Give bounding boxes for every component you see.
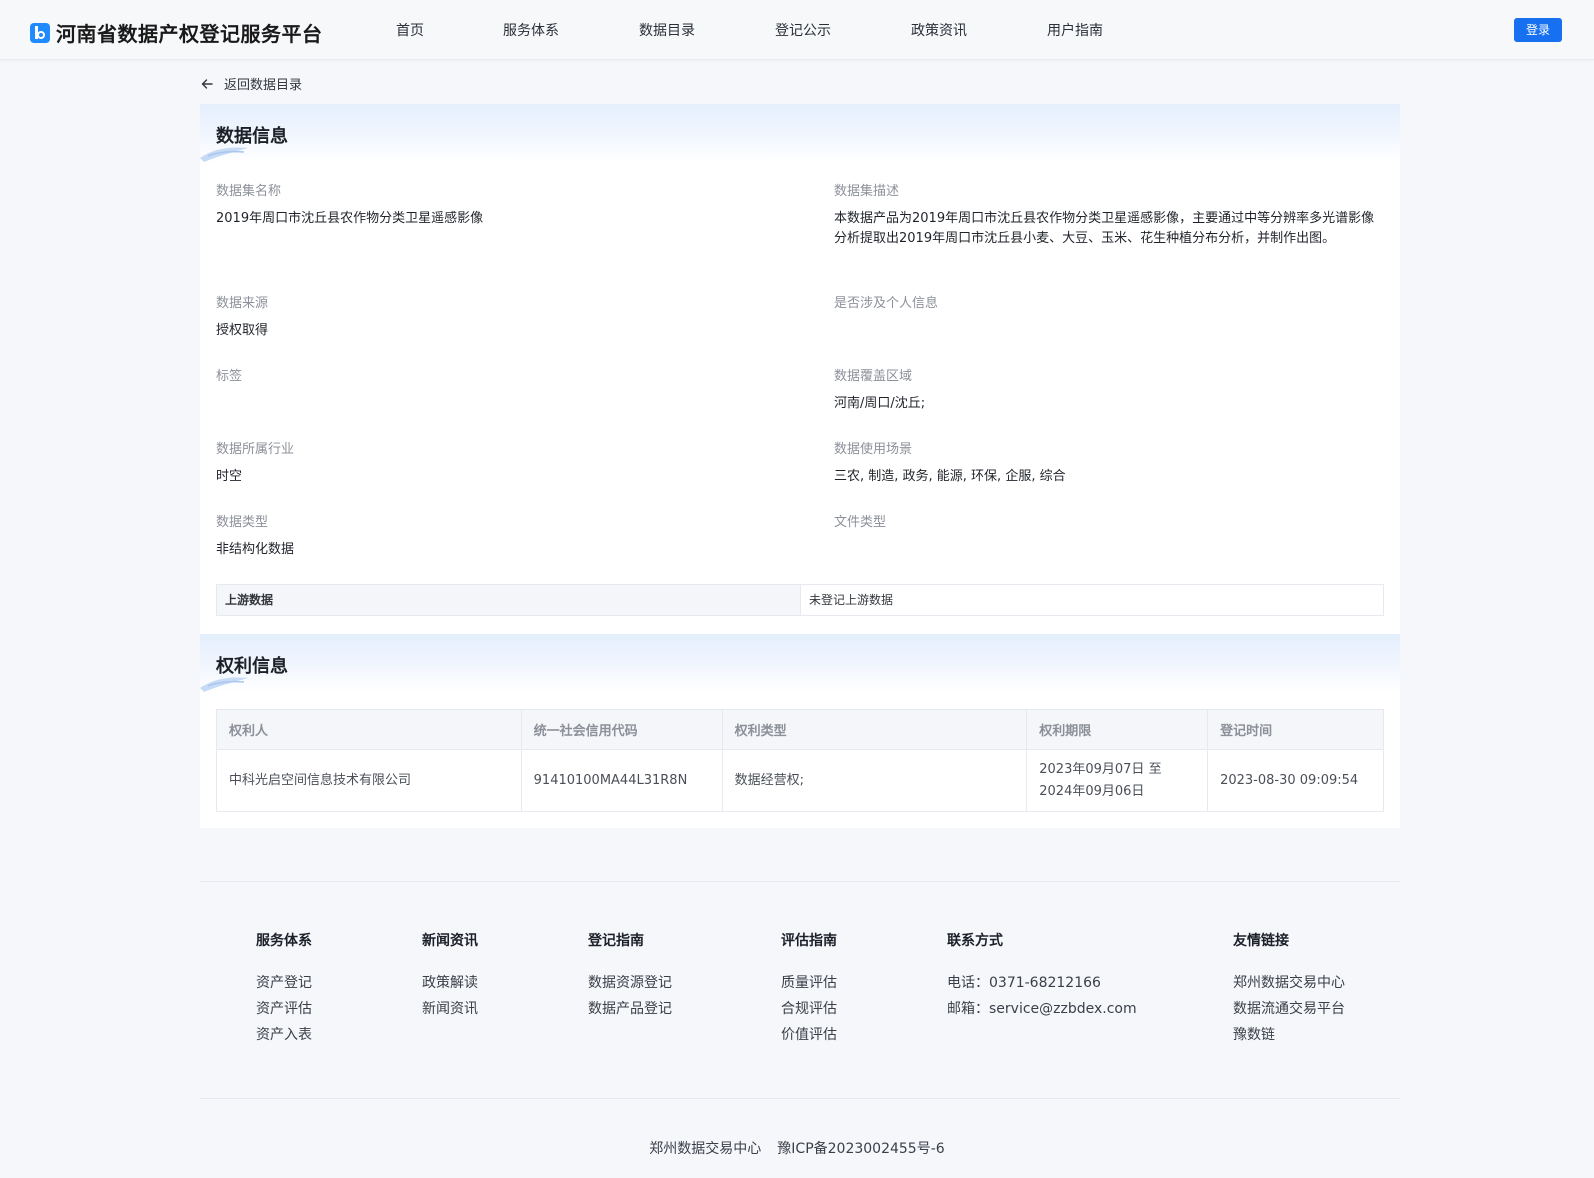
footer-link-quality-evaluation[interactable]: 质量评估 — [781, 970, 837, 996]
table-row: 中科光启空间信息技术有限公司 91410100MA44L31R8N 数据经营权;… — [216, 749, 1384, 812]
field-description: 数据集描述 本数据产品为2019年周口市沈丘县农作物分类卫星遥感影像，主要通过中… — [834, 180, 1384, 249]
table-header-row: 权利人 统一社会信用代码 权利类型 权利期限 登记时间 — [216, 709, 1384, 750]
col-registered-at: 登记时间 — [1207, 709, 1384, 750]
footer-link-value-evaluation[interactable]: 价值评估 — [781, 1022, 837, 1048]
col-credit-code: 统一社会信用代码 — [520, 709, 723, 750]
field-label: 标签 — [216, 369, 243, 384]
upstream-data-row: 上游数据 未登记上游数据 — [216, 584, 1384, 616]
cell-registered-at: 2023-08-30 09:09:54 — [1207, 749, 1384, 812]
field-label: 数据使用场景 — [834, 442, 913, 457]
upstream-data-value: 未登记上游数据 — [809, 593, 894, 607]
field-label: 数据集描述 — [834, 184, 900, 199]
footer-link-news[interactable]: 新闻资讯 — [422, 996, 478, 1022]
rights-table: 权利人 统一社会信用代码 权利类型 权利期限 登记时间 中科光启空间信息技术有限… — [216, 709, 1384, 812]
footer-link-asset-registration[interactable]: 资产登记 — [256, 970, 312, 996]
footer-col-title: 评估指南 — [781, 933, 837, 949]
cell-credit-code: 91410100MA44L31R8N — [520, 749, 723, 812]
field-value: 河南/周口/沈丘; — [834, 396, 926, 411]
footer-col-title: 友情链接 — [1233, 933, 1289, 949]
footer-link-zzbdex[interactable]: 郑州数据交易中心 — [1233, 970, 1345, 996]
arrow-left-icon — [201, 78, 213, 89]
logo-icon — [30, 22, 50, 43]
footer-link-policy-reading[interactable]: 政策解读 — [422, 970, 478, 996]
field-value: 三农, 制造, 政务, 能源, 环保, 企服, 综合 — [834, 469, 1066, 484]
footer-col-title: 联系方式 — [947, 933, 1003, 949]
field-value: 本数据产品为2019年周口市沈丘县农作物分类卫星遥感影像，主要通过中等分辨率多光… — [834, 211, 1375, 246]
field-scenarios: 数据使用场景 三农, 制造, 政务, 能源, 环保, 企服, 综合 — [834, 438, 1394, 487]
field-industry: 数据所属行业 时空 — [216, 438, 776, 487]
field-label: 数据类型 — [216, 515, 269, 530]
footer-divider-top — [200, 881, 1400, 882]
footer-org: 郑州数据交易中心 — [649, 1141, 762, 1157]
footer-col-evaluation-guide: 评估指南 质量评估 合规评估 价值评估 — [781, 930, 837, 1048]
cell-right-type: 数据经营权; — [721, 749, 1028, 812]
field-tags: 标签 — [216, 365, 776, 394]
col-holder: 权利人 — [216, 709, 522, 750]
footer-col-title: 新闻资讯 — [422, 933, 478, 949]
term-start: 2023年09月07日 至 — [1039, 761, 1162, 777]
field-label: 数据覆盖区域 — [834, 369, 913, 384]
rights-info-title: 权利信息 — [216, 656, 288, 677]
field-source: 数据来源 授权取得 — [216, 292, 776, 341]
col-right-type: 权利类型 — [721, 709, 1028, 750]
footer-col-registration-guide: 登记指南 数据资源登记 数据产品登记 — [588, 930, 672, 1022]
footer-col-friendly-links: 友情链接 郑州数据交易中心 数据流通交易平台 豫数链 — [1233, 930, 1345, 1048]
back-to-catalog-link[interactable]: 返回数据目录 — [200, 74, 302, 93]
footer-contact-phone: 电话：0371-68212166 — [947, 975, 1101, 991]
nav-services[interactable]: 服务体系 — [503, 20, 559, 40]
field-label: 数据所属行业 — [216, 442, 295, 457]
footer-col-news: 新闻资讯 政策解读 新闻资讯 — [422, 930, 478, 1022]
field-value: 授权取得 — [216, 323, 269, 338]
footer-link-asset-evaluation[interactable]: 资产评估 — [256, 996, 312, 1022]
site-title: 河南省数据产权登记服务平台 — [56, 22, 323, 46]
footer-link-yushulian[interactable]: 豫数链 — [1233, 1022, 1345, 1048]
field-label: 数据集名称 — [216, 184, 282, 199]
footer-icp-link[interactable]: 豫ICP备2023002455号-6 — [777, 1141, 944, 1157]
footer-contact-email[interactable]: 邮箱：service@zzbdex.com — [947, 996, 1137, 1022]
nav-policy-news[interactable]: 政策资讯 — [911, 20, 967, 40]
footer-copyright: 郑州数据交易中心 豫ICP备2023002455号-6 — [0, 1138, 1594, 1158]
cell-term: 2023年09月07日 至 2024年09月06日 — [1026, 749, 1209, 812]
data-info-title: 数据信息 — [216, 126, 288, 147]
login-button[interactable]: 登录 — [1514, 18, 1562, 42]
footer-col-services: 服务体系 资产登记 资产评估 资产入表 — [256, 930, 312, 1048]
footer-divider-bottom — [200, 1098, 1400, 1099]
footer-link-compliance-evaluation[interactable]: 合规评估 — [781, 996, 837, 1022]
term-end: 2024年09月06日 — [1039, 783, 1145, 799]
top-header: 河南省数据产权登记服务平台 首页 服务体系 数据目录 登记公示 政策资讯 用户指… — [0, 0, 1594, 60]
footer-link-trading-platform[interactable]: 数据流通交易平台 — [1233, 996, 1345, 1022]
field-label: 数据来源 — [216, 296, 269, 311]
nav-registration-notice[interactable]: 登记公示 — [775, 20, 831, 40]
field-label: 是否涉及个人信息 — [834, 296, 939, 311]
footer-link-resource-registration[interactable]: 数据资源登记 — [588, 970, 672, 996]
cell-holder: 中科光启空间信息技术有限公司 — [216, 749, 522, 812]
col-term: 权利期限 — [1026, 709, 1209, 750]
site-logo[interactable]: 河南省数据产权登记服务平台 — [30, 18, 323, 47]
footer-col-contact: 联系方式 电话：0371-68212166 邮箱：service@zzbdex.… — [947, 930, 1137, 1022]
back-link-label: 返回数据目录 — [224, 78, 303, 93]
footer-col-title: 登记指南 — [588, 933, 644, 949]
field-coverage: 数据覆盖区域 河南/周口/沈丘; — [834, 365, 1394, 414]
field-label: 文件类型 — [834, 515, 887, 530]
field-value: 2019年周口市沈丘县农作物分类卫星遥感影像 — [216, 211, 484, 226]
nav-data-catalog[interactable]: 数据目录 — [639, 20, 695, 40]
data-info-header: 数据信息 — [200, 104, 1400, 162]
footer-link-asset-booking[interactable]: 资产入表 — [256, 1022, 312, 1048]
detail-card: 数据信息 数据集名称 2019年周口市沈丘县农作物分类卫星遥感影像 数据集描述 … — [200, 104, 1400, 828]
field-dataset-name: 数据集名称 2019年周口市沈丘县农作物分类卫星遥感影像 — [216, 180, 776, 229]
footer-link-product-registration[interactable]: 数据产品登记 — [588, 996, 672, 1022]
field-file-type: 文件类型 — [834, 511, 1394, 540]
nav-home[interactable]: 首页 — [396, 20, 424, 40]
nav-user-guide[interactable]: 用户指南 — [1047, 20, 1103, 40]
upstream-data-label: 上游数据 — [217, 585, 801, 615]
field-data-type: 数据类型 非结构化数据 — [216, 511, 776, 560]
field-value: 非结构化数据 — [216, 542, 295, 557]
field-value: 时空 — [216, 469, 243, 484]
field-personal-info: 是否涉及个人信息 — [834, 292, 1394, 321]
rights-info-header: 权利信息 — [200, 634, 1400, 692]
footer-col-title: 服务体系 — [256, 933, 312, 949]
